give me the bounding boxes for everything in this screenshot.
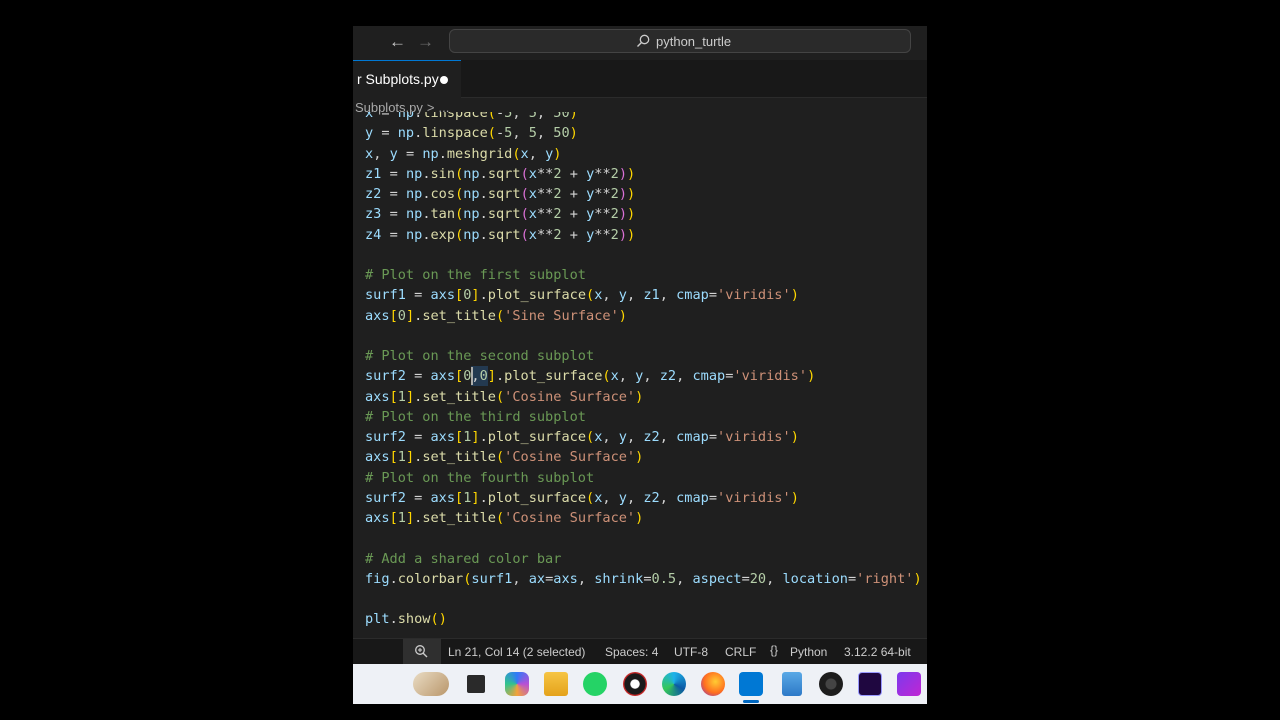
premiere-icon[interactable] (858, 672, 882, 696)
status-bar: Ln 21, Col 14 (2 selected) Spaces: 4 UTF… (353, 638, 927, 664)
status-indentation[interactable]: Spaces: 4 (605, 645, 658, 659)
edge-icon[interactable] (662, 672, 686, 696)
code-line[interactable]: axs[1].set_title('Cosine Surface') (365, 387, 643, 407)
tab-label: r Subplots.py (357, 71, 439, 87)
code-line[interactable]: z1 = np.sin(np.sqrt(x**2 + y**2)) (365, 164, 635, 184)
search-text: python_turtle (656, 34, 732, 49)
search-icon (637, 34, 650, 47)
widgets-icon[interactable] (413, 672, 449, 696)
code-line[interactable]: y = np.linspace(-5, 5, 50) (365, 123, 578, 143)
code-line[interactable]: axs[1].set_title('Cosine Surface') (365, 508, 643, 528)
notepad-icon[interactable] (782, 672, 802, 696)
code-comment-line[interactable]: # Plot on the third subplot (365, 407, 586, 427)
braces-icon[interactable]: {} (770, 643, 778, 657)
title-bar: ← → python_turtle (353, 26, 927, 60)
status-line-ending[interactable]: CRLF (725, 645, 756, 659)
arrow-left-icon[interactable]: ← (389, 32, 406, 52)
code-comment-line[interactable]: # Plot on the first subplot (365, 265, 586, 285)
vscode-icon[interactable] (739, 672, 763, 696)
zoom-button[interactable] (403, 639, 441, 664)
status-encoding[interactable]: UTF-8 (674, 645, 708, 659)
status-interpreter[interactable]: 3.12.2 64-bit (844, 645, 911, 659)
tab-bar: r Subplots.py (353, 60, 927, 98)
code-line[interactable]: fig.colorbar(surf1, ax=axs, shrink=0.5, … (365, 569, 922, 589)
file-explorer-icon[interactable] (544, 672, 568, 696)
code-line[interactable]: z3 = np.tan(np.sqrt(x**2 + y**2)) (365, 204, 635, 224)
firefox-icon[interactable] (701, 672, 725, 696)
vscode-window: ← → python_turtle r Subplots.py r Subplo… (353, 26, 927, 704)
code-line[interactable]: surf2 = axs[1].plot_surface(x, y, z2, cm… (365, 427, 799, 447)
copilot-icon[interactable] (505, 672, 529, 696)
code-line[interactable]: z2 = np.cos(np.sqrt(x**2 + y**2)) (365, 184, 635, 204)
media-icon[interactable] (623, 672, 647, 696)
code-line[interactable]: x = np.linspace(-5, 5, 50) (365, 112, 578, 123)
status-language[interactable]: Python (790, 645, 827, 659)
tab-subplots-py[interactable]: r Subplots.py (353, 60, 461, 98)
code-line[interactable]: x, y = np.meshgrid(x, y) (365, 144, 561, 164)
command-center-search[interactable]: python_turtle (449, 29, 911, 53)
code-comment-line[interactable]: # Add a shared color bar (365, 549, 561, 569)
code-line[interactable]: surf2 = axs[1].plot_surface(x, y, z2, cm… (365, 488, 799, 508)
active-app-indicator (743, 700, 759, 703)
arrow-right-icon[interactable]: → (417, 32, 434, 52)
code-line[interactable]: z4 = np.exp(np.sqrt(x**2 + y**2)) (365, 225, 635, 245)
code-editor[interactable]: x = np.linspace(-5, 5, 50) y = np.linspac… (365, 112, 927, 642)
status-cursor-position[interactable]: Ln 21, Col 14 (2 selected) (448, 645, 585, 659)
code-line[interactable]: axs[1].set_title('Cosine Surface') (365, 447, 643, 467)
windows-taskbar (353, 664, 927, 704)
code-line[interactable]: surf1 = axs[0].plot_surface(x, y, z1, cm… (365, 285, 799, 305)
dot-icon[interactable] (440, 76, 448, 84)
obs-icon[interactable] (819, 672, 843, 696)
code-comment-line[interactable]: # Plot on the second subplot (365, 346, 594, 366)
code-line[interactable]: axs[0].set_title('Sine Surface') (365, 306, 627, 326)
task-view-icon[interactable] (467, 675, 485, 693)
clipchamp-icon[interactable] (897, 672, 921, 696)
code-line[interactable]: plt.show() (365, 609, 447, 629)
code-line[interactable]: surf2 = axs[0,0].plot_surface(x, y, z2, … (365, 366, 815, 386)
text-cursor (471, 367, 474, 386)
zoom-icon (415, 645, 428, 658)
code-comment-line[interactable]: # Plot on the fourth subplot (365, 468, 594, 488)
whatsapp-icon[interactable] (583, 672, 607, 696)
